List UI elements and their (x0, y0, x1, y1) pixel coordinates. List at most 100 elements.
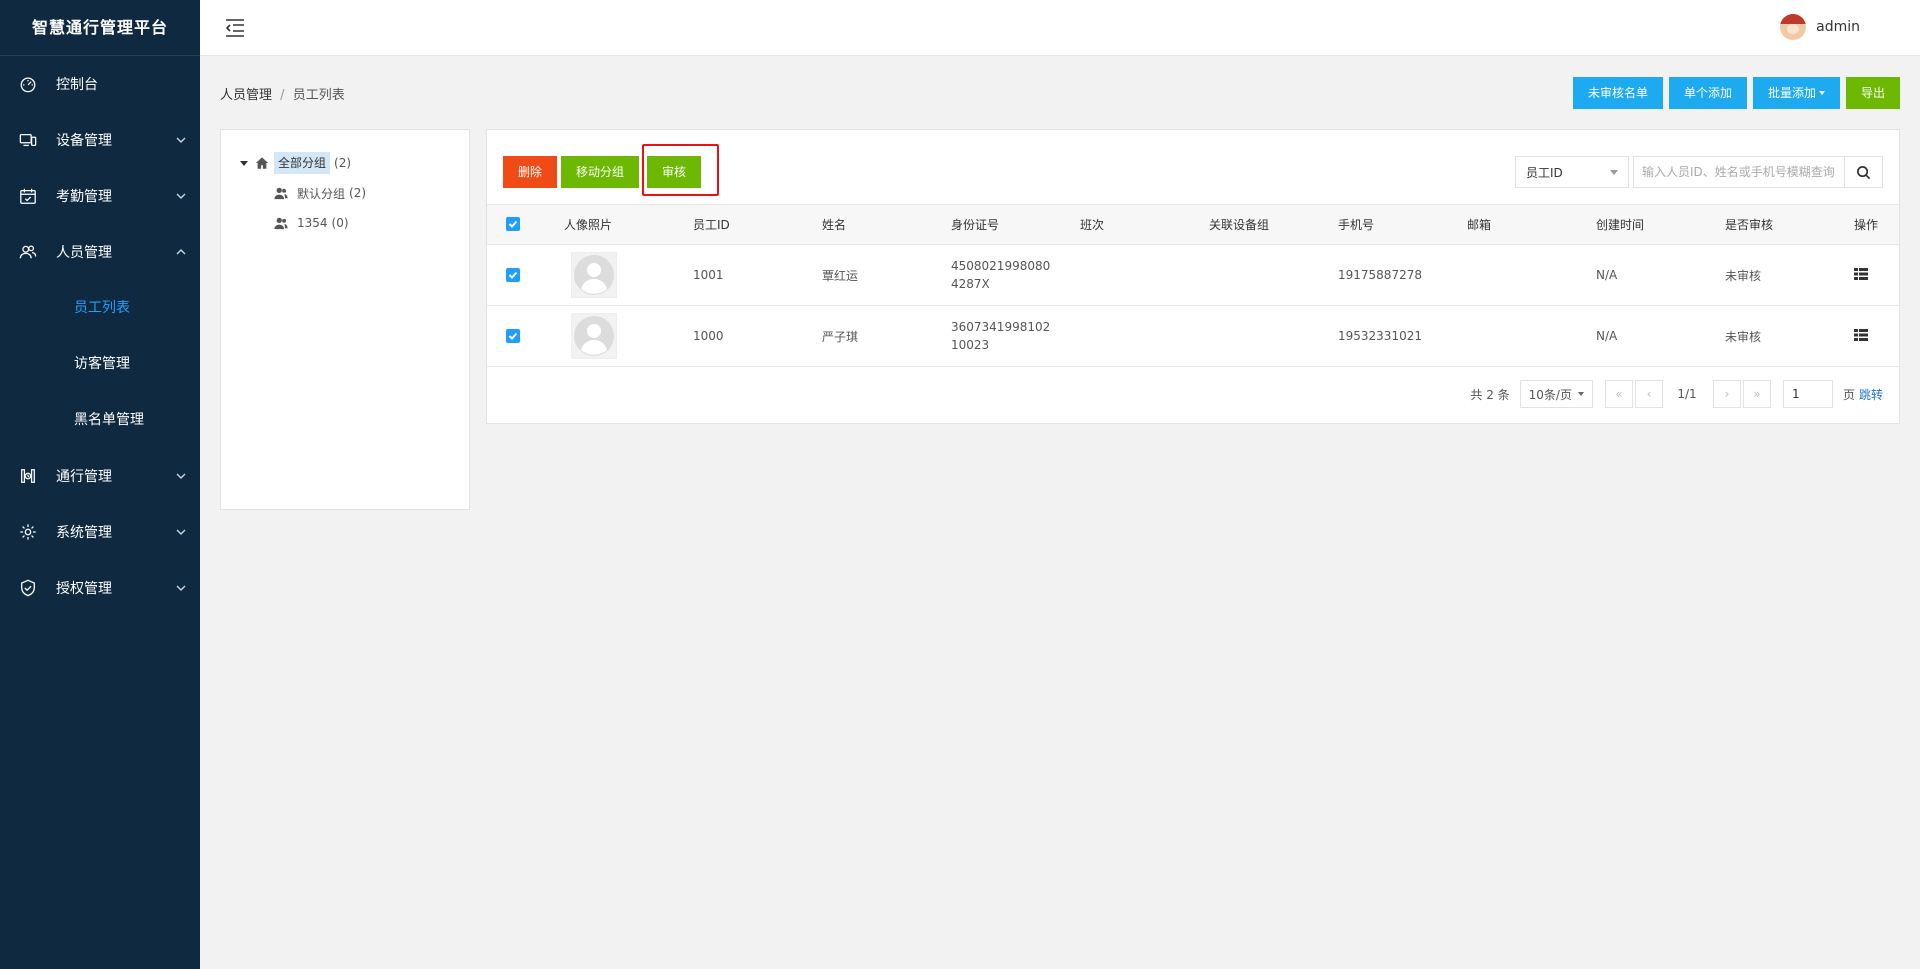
avatar (1780, 14, 1807, 40)
sidebar-item-system[interactable]: 系统管理 (0, 504, 200, 560)
cell-shift (1080, 305, 1209, 367)
username: admin (1816, 19, 1860, 35)
chevron-up-icon (176, 247, 186, 257)
chevron-down-icon (176, 471, 186, 481)
add-batch-label: 批量添加 (1767, 86, 1816, 100)
cell-created: N/A (1596, 305, 1725, 367)
gear-icon (18, 522, 38, 542)
cell-employee-id: 1000 (693, 305, 822, 367)
sidebar-item-label: 授权管理 (56, 581, 112, 597)
tree-node-root[interactable]: 全部分组 (2) (240, 151, 351, 175)
sidebar-item-label: 控制台 (56, 77, 98, 93)
group-tree-panel: 全部分组 (2) 默认分组 (2) 1354 (0) (220, 129, 470, 510)
search-field-select[interactable]: 员工ID (1515, 156, 1629, 188)
jump-button[interactable]: 跳转 (1859, 386, 1883, 403)
unreviewed-list-button[interactable]: 未审核名单 (1572, 77, 1663, 109)
sidebar-item-label: 设备管理 (56, 133, 112, 149)
select-all-checkbox[interactable] (506, 217, 520, 231)
cell-name: 严子琪 (822, 305, 951, 367)
employee-table: 人像照片 员工ID 姓名 身份证号 班次 关联设备组 手机号 邮箱 创建时间 是… (487, 204, 1899, 367)
sidebar: 智慧通行管理平台 控制台 设备管理 考勤管理 人员管理 员工列表 访客管理 黑名… (0, 0, 200, 969)
sidebar-item-license[interactable]: 授权管理 (0, 560, 200, 616)
table-row: 1001 覃红运 4508021998080 4287X 19175887278… (487, 244, 1899, 306)
tree-node-label[interactable]: 1354 (297, 216, 328, 230)
top-actions: 未审核名单 单个添加 批量添加 导出 (1572, 77, 1900, 109)
sidebar-item-label: 考勤管理 (56, 189, 112, 205)
expand-triangle-icon[interactable] (240, 160, 248, 166)
export-button[interactable]: 导出 (1845, 77, 1900, 109)
search-field-value: 员工ID (1526, 165, 1563, 180)
cell-id-card: 4508021998080 4287X (951, 244, 1080, 306)
tree-node-1354[interactable]: 1354 (0) (273, 211, 349, 235)
breadcrumb-parent[interactable]: 人员管理 (220, 88, 272, 103)
first-page-button[interactable]: « (1604, 380, 1633, 408)
tree-node-label[interactable]: 默认分组 (297, 185, 345, 202)
dashboard-icon (18, 74, 38, 94)
tree-node-label[interactable]: 全部分组 (274, 152, 331, 174)
next-page-button[interactable]: › (1712, 380, 1741, 408)
chevron-down-icon (176, 583, 186, 593)
move-group-button[interactable]: 移动分组 (561, 156, 640, 188)
row-checkbox-cell[interactable] (487, 305, 564, 367)
shield-icon (18, 578, 38, 598)
row-checkbox[interactable] (506, 267, 520, 282)
pager-total: 共 2 条 (1470, 387, 1510, 402)
sidebar-item-access[interactable]: 通行管理 (0, 448, 200, 504)
goto-page-input[interactable]: 1 (1782, 380, 1833, 408)
chevron-down-icon (176, 527, 186, 537)
menu-toggle-icon[interactable] (224, 17, 246, 39)
page-size-select[interactable]: 10条/页 (1519, 380, 1593, 408)
top-header: admin (200, 0, 1920, 56)
sidebar-item-attendance[interactable]: 考勤管理 (0, 168, 200, 224)
tree-node-count: (0) (331, 216, 349, 230)
tree-node-count: (2) (334, 156, 352, 170)
list-detail-icon[interactable] (1854, 267, 1868, 283)
cell-operation (1854, 244, 1899, 306)
avatar (571, 252, 617, 298)
sidebar-item-label: 通行管理 (56, 469, 112, 485)
cell-name: 覃红运 (822, 244, 951, 306)
home-icon (254, 155, 270, 171)
breadcrumb: 人员管理 / 员工列表 (220, 84, 345, 103)
add-batch-button[interactable]: 批量添加 (1752, 77, 1840, 109)
sidebar-subitem-visitor[interactable]: 访客管理 (0, 336, 200, 392)
avatar (571, 313, 617, 359)
employee-table-panel: 删除 移动分组 审核 员工ID 人像照片 员工ID 姓名 身份证号 班次 关联设… (486, 129, 1900, 424)
cell-employee-id: 1001 (693, 244, 822, 306)
access-icon (18, 466, 38, 486)
last-page-button[interactable]: » (1742, 380, 1771, 408)
sidebar-item-dashboard[interactable]: 控制台 (0, 56, 200, 112)
people-icon (18, 242, 38, 262)
devices-icon (18, 130, 38, 150)
header-checkbox-cell[interactable] (487, 204, 564, 245)
user-menu[interactable]: admin (1780, 14, 1860, 40)
add-single-button[interactable]: 单个添加 (1668, 77, 1747, 109)
search-icon (1857, 165, 1871, 179)
search-button[interactable] (1845, 156, 1883, 188)
cell-phone: 19175887278 (1338, 244, 1467, 306)
search-area: 员工ID (1515, 156, 1883, 188)
prev-page-button[interactable]: ‹ (1634, 380, 1663, 408)
user-placeholder-icon (574, 316, 614, 356)
sidebar-subitem-employee-list[interactable]: 员工列表 (0, 280, 200, 336)
delete-button[interactable]: 删除 (503, 156, 558, 188)
id-card-line: 10023 (951, 338, 990, 352)
pagination: 共 2 条 10条/页 « ‹ 1/1 › » 1 页 跳转 (1470, 380, 1883, 408)
chevron-down-icon (176, 191, 186, 201)
row-checkbox-cell[interactable] (487, 244, 564, 306)
chevron-down-icon (176, 135, 186, 145)
highlight-box (642, 144, 719, 196)
caret-down-icon (1577, 392, 1584, 396)
photo-cell (564, 244, 693, 306)
row-checkbox[interactable] (506, 328, 520, 343)
tree-node-default-group[interactable]: 默认分组 (2) (273, 181, 366, 205)
sidebar-item-devices[interactable]: 设备管理 (0, 112, 200, 168)
search-input[interactable] (1633, 156, 1845, 188)
sidebar-subitem-blacklist[interactable]: 黑名单管理 (0, 392, 200, 448)
list-detail-icon[interactable] (1854, 328, 1868, 344)
cell-reviewed: 未审核 (1725, 244, 1854, 306)
sidebar-item-personnel[interactable]: 人员管理 (0, 224, 200, 280)
cell-email (1467, 305, 1596, 367)
column-header: 关联设备组 (1209, 204, 1338, 245)
app-brand: 智慧通行管理平台 (0, 0, 200, 56)
